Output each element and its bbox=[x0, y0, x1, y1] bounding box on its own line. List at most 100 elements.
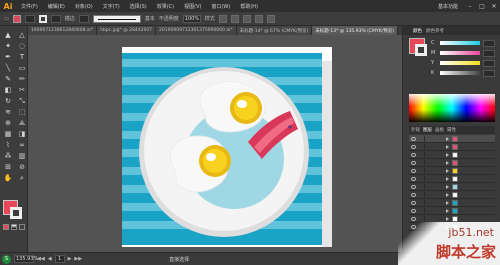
menu-object[interactable]: 对象(O) bbox=[70, 3, 98, 10]
lock-toggle[interactable] bbox=[419, 167, 425, 174]
doc-tab-1[interactable]: 1909071238612840008.ai* bbox=[28, 26, 98, 35]
tab-artboards[interactable]: 画板 bbox=[435, 127, 444, 133]
visibility-eye-icon[interactable] bbox=[411, 176, 416, 181]
menu-type[interactable]: 文字(T) bbox=[98, 3, 125, 10]
lock-toggle[interactable] bbox=[419, 215, 425, 222]
visibility-eye-icon[interactable] bbox=[411, 208, 416, 213]
visibility-eye-icon[interactable] bbox=[411, 160, 416, 165]
yolk-bottom[interactable] bbox=[199, 145, 231, 177]
stroke-color-box[interactable] bbox=[10, 207, 22, 219]
blend-icon[interactable]: ∞ bbox=[16, 140, 28, 150]
expand-triangle-icon[interactable] bbox=[446, 136, 449, 141]
recolor-icon[interactable] bbox=[230, 14, 239, 23]
arrange-icon[interactable] bbox=[266, 14, 275, 23]
fill-dropdown[interactable] bbox=[24, 14, 35, 23]
rotate-icon[interactable]: ↻ bbox=[2, 96, 14, 106]
align-icon[interactable] bbox=[242, 14, 251, 23]
visibility-eye-icon[interactable] bbox=[411, 136, 416, 141]
artboard-icon[interactable]: ⊞ bbox=[2, 162, 14, 172]
slice-icon[interactable]: ⊘ bbox=[16, 162, 28, 172]
slider-k-track[interactable] bbox=[440, 71, 480, 75]
layer-row[interactable] bbox=[409, 183, 495, 191]
lock-toggle[interactable] bbox=[419, 183, 425, 190]
expand-triangle-icon[interactable] bbox=[446, 184, 449, 189]
selection-icon[interactable]: ▲ bbox=[2, 30, 14, 40]
artwork[interactable] bbox=[122, 47, 332, 247]
menu-edit[interactable]: 编辑(E) bbox=[43, 3, 70, 10]
next-page-icon[interactable]: ▶ bbox=[68, 256, 72, 262]
slider-y-value[interactable] bbox=[483, 59, 495, 67]
visibility-eye-icon[interactable] bbox=[411, 184, 416, 189]
slider-k[interactable]: K bbox=[403, 68, 500, 78]
eyedropper-icon[interactable]: ⌇ bbox=[2, 140, 14, 150]
slider-k-value[interactable] bbox=[483, 69, 495, 77]
lock-toggle[interactable] bbox=[419, 143, 425, 150]
menu-window[interactable]: 窗口(W) bbox=[206, 3, 235, 10]
slider-m[interactable]: M bbox=[403, 48, 500, 58]
layer-row[interactable] bbox=[409, 199, 495, 207]
expand-triangle-icon[interactable] bbox=[446, 144, 449, 149]
layer-row[interactable] bbox=[409, 175, 495, 183]
pen-icon[interactable]: ✒ bbox=[2, 52, 14, 62]
stroke-weight-field[interactable] bbox=[78, 14, 89, 23]
visibility-eye-icon[interactable] bbox=[411, 200, 416, 205]
tab-color-guide[interactable]: 颜色参考 bbox=[426, 28, 444, 34]
graph-icon[interactable]: ▥ bbox=[16, 151, 28, 161]
lock-toggle[interactable] bbox=[419, 135, 425, 142]
line-icon[interactable]: ╲ bbox=[2, 63, 14, 73]
slider-c-value[interactable] bbox=[483, 39, 495, 47]
tab-layers[interactable]: 图层 bbox=[423, 127, 432, 133]
yolk-top[interactable] bbox=[230, 92, 262, 124]
zoom-icon[interactable]: ⌕ bbox=[16, 173, 28, 183]
slider-y-track[interactable] bbox=[440, 61, 480, 65]
page-field[interactable]: 1 bbox=[54, 255, 65, 263]
layer-row[interactable] bbox=[409, 191, 495, 199]
visibility-eye-icon[interactable] bbox=[411, 216, 416, 221]
expand-triangle-icon[interactable] bbox=[446, 152, 449, 157]
visibility-eye-icon[interactable] bbox=[411, 168, 416, 173]
color-spectrum[interactable] bbox=[409, 94, 495, 122]
free-transform-icon[interactable]: ⬚ bbox=[16, 107, 28, 117]
layer-row[interactable] bbox=[409, 143, 495, 151]
visibility-eye-icon[interactable] bbox=[411, 152, 416, 157]
lasso-icon[interactable]: ◌ bbox=[16, 41, 28, 51]
layer-row[interactable] bbox=[409, 167, 495, 175]
zoom-field[interactable]: 135.93% bbox=[14, 255, 38, 263]
opacity-field[interactable]: 100% bbox=[182, 14, 201, 23]
stroke-swatch[interactable] bbox=[38, 14, 47, 23]
maximize-button[interactable]: □ bbox=[476, 0, 488, 12]
lock-toggle[interactable] bbox=[419, 151, 425, 158]
slider-m-track[interactable] bbox=[440, 51, 480, 55]
rect-icon[interactable]: ▭ bbox=[16, 63, 28, 73]
tab-appearance[interactable]: 外观 bbox=[411, 127, 420, 133]
warp-icon[interactable]: ≋ bbox=[2, 107, 14, 117]
scale-icon[interactable]: ⤡ bbox=[16, 96, 28, 106]
expand-triangle-icon[interactable] bbox=[446, 200, 449, 205]
shape-builder-icon[interactable]: ⊕ bbox=[2, 118, 14, 128]
scissors-icon[interactable]: ✂ bbox=[16, 85, 28, 95]
style-swatch-icon[interactable] bbox=[218, 14, 227, 23]
layer-row[interactable] bbox=[409, 151, 495, 159]
menu-help[interactable]: 帮助(H) bbox=[235, 3, 263, 10]
none-mode-icon[interactable] bbox=[19, 224, 25, 230]
close-button[interactable]: ✕ bbox=[488, 0, 500, 12]
menu-effect[interactable]: 效果(C) bbox=[152, 3, 179, 10]
symbol-sprayer-icon[interactable]: ⁂ bbox=[2, 151, 14, 161]
expand-triangle-icon[interactable] bbox=[446, 192, 449, 197]
doc-tab-4[interactable]: 未标题-14* @ 67% (CMYK/预览) bbox=[236, 26, 313, 35]
slider-y[interactable]: Y bbox=[403, 58, 500, 68]
layer-row[interactable] bbox=[409, 135, 495, 143]
fill-swatch[interactable] bbox=[12, 14, 21, 23]
workspace-switcher[interactable]: 基本功能 bbox=[438, 3, 458, 10]
expand-triangle-icon[interactable] bbox=[446, 208, 449, 213]
mesh-icon[interactable]: ▦ bbox=[2, 129, 14, 139]
slider-c-track[interactable] bbox=[440, 41, 480, 45]
eraser-icon[interactable]: ◧ bbox=[2, 85, 14, 95]
stroke-profile[interactable] bbox=[92, 14, 141, 23]
lock-toggle[interactable] bbox=[419, 191, 425, 198]
magic-wand-icon[interactable]: ✦ bbox=[2, 41, 14, 51]
lock-toggle[interactable] bbox=[419, 207, 425, 214]
layer-row[interactable] bbox=[409, 159, 495, 167]
hand-icon[interactable]: ✋ bbox=[2, 173, 14, 183]
layer-row[interactable] bbox=[409, 207, 495, 215]
